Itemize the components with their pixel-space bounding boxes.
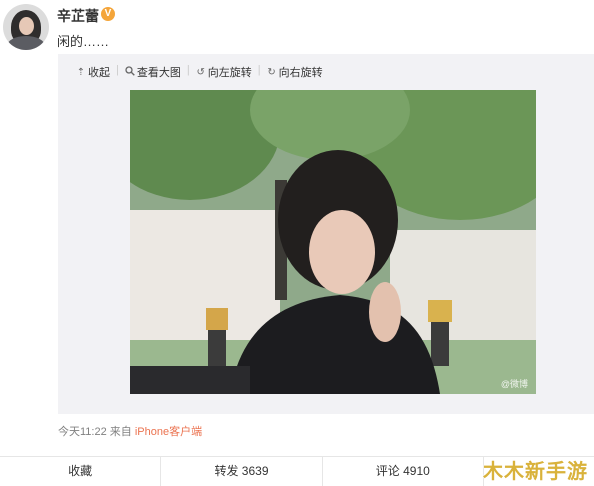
- photo-image: [130, 90, 536, 394]
- repost-button[interactable]: 转发 3639: [161, 457, 323, 486]
- photo-watermark: @微博: [500, 379, 528, 389]
- favorite-button[interactable]: 收藏: [0, 457, 162, 486]
- rotate-right-label: 向右旋转: [278, 67, 323, 79]
- post-photo[interactable]: @微博: [130, 90, 536, 394]
- collapse-arrow-icon: ⇡: [76, 66, 86, 78]
- from-label: 来自: [109, 426, 132, 438]
- comment-button[interactable]: 评论 4910: [323, 457, 484, 486]
- media-toolbar: ⇡ 收起 | 查看大图 | ↺ 向左旋转 | ↻ 向右旋转: [76, 64, 329, 80]
- rotate-left-label: 向左旋转: [207, 67, 252, 79]
- toolbar-divider: |: [186, 64, 190, 76]
- collapse-button[interactable]: ⇡ 收起: [76, 64, 110, 80]
- media-panel: ⇡ 收起 | 查看大图 | ↺ 向左旋转 | ↻ 向右旋转 @微博: [58, 54, 594, 414]
- rotate-left-icon: ↺: [196, 66, 205, 78]
- post-time[interactable]: 今天11:22: [58, 426, 107, 438]
- view-large-button[interactable]: 查看大图: [125, 64, 181, 80]
- avatar-face: [19, 17, 34, 35]
- view-large-label: 查看大图: [136, 67, 181, 79]
- username[interactable]: 辛芷蕾: [57, 6, 99, 26]
- avatar-coat: [7, 36, 45, 50]
- post-source[interactable]: iPhone客户端: [135, 426, 202, 438]
- verified-badge-icon: V: [101, 7, 115, 21]
- rotate-right-button[interactable]: ↻ 向右旋转: [267, 64, 323, 80]
- site-watermark: 木木新手游: [483, 459, 588, 483]
- rotate-left-button[interactable]: ↺ 向左旋转: [196, 64, 252, 80]
- toolbar-divider: |: [116, 64, 119, 76]
- collapse-label: 收起: [88, 67, 110, 79]
- toolbar-divider: |: [257, 64, 261, 76]
- post-meta: 今天11:22 来自 iPhone客户端: [58, 423, 202, 439]
- avatar[interactable]: [3, 4, 49, 50]
- post-text: 闲的……: [57, 34, 110, 49]
- magnifier-icon: [125, 65, 135, 79]
- rotate-right-icon: ↻: [267, 66, 276, 78]
